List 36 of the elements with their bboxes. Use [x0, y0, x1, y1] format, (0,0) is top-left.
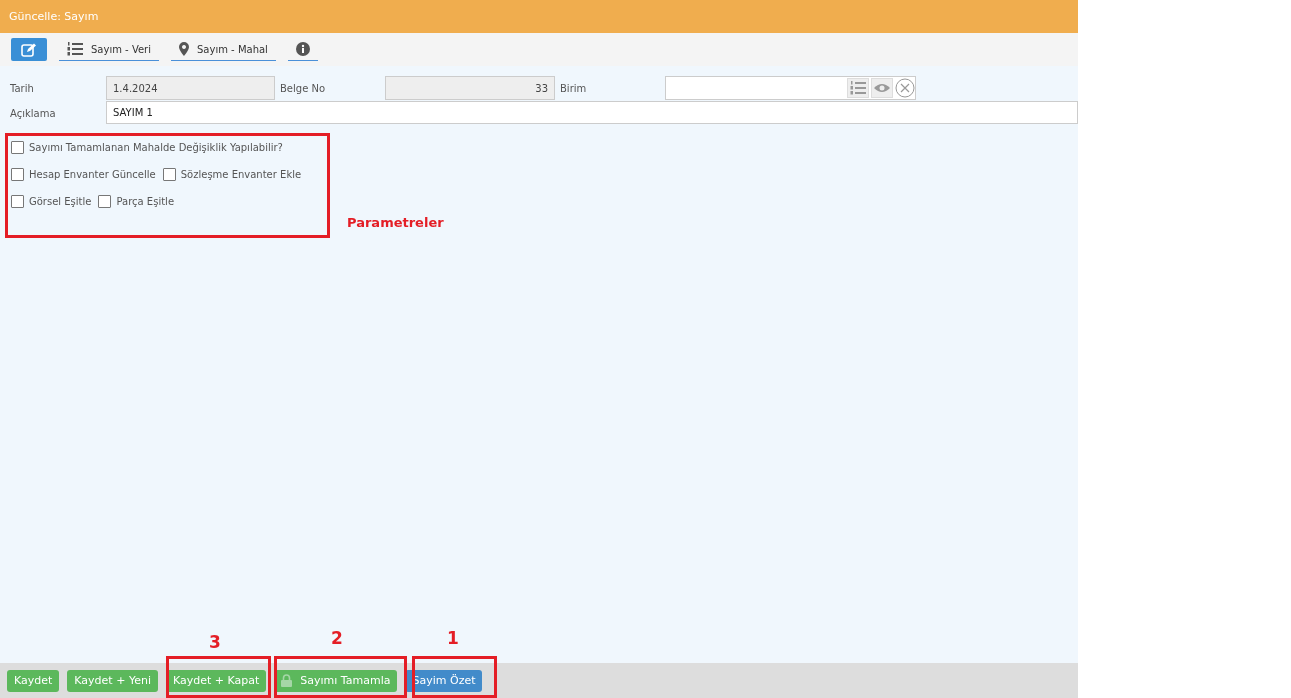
numbered-list-icon: [67, 42, 83, 56]
map-pin-icon: [179, 42, 189, 56]
location-tab[interactable]: Sayım - Mahal: [171, 38, 276, 61]
description-field[interactable]: SAYIM 1: [106, 100, 1078, 124]
checkbox-label: Sayımı Tamamlanan Mahalde Değişiklik Yapılabilir?: [29, 142, 283, 153]
lock-icon: [281, 674, 293, 687]
field-label: Açıklama: [9, 107, 57, 119]
list-tab[interactable]: Sayım - Veri: [59, 38, 159, 61]
checkbox[interactable]: [11, 168, 24, 181]
checkbox[interactable]: [11, 141, 24, 154]
checkbox[interactable]: [162, 168, 176, 181]
checkbox-label: Görsel Eşitle: [29, 196, 92, 207]
annotation-number: 1: [447, 628, 459, 648]
eye-icon: [874, 83, 890, 93]
date-field[interactable]: 1.4.2024: [106, 76, 275, 100]
info-icon: [295, 42, 310, 56]
numbered-list-icon: [850, 81, 866, 95]
edit-button[interactable]: [11, 38, 47, 61]
annotation-number: 3: [209, 632, 221, 652]
checkbox[interactable]: [98, 195, 112, 208]
list-button[interactable]: [847, 78, 869, 98]
field-label: Belge No: [279, 82, 327, 94]
document-number-field[interactable]: 33: [385, 76, 555, 100]
edit-icon: [21, 42, 37, 57]
checkbox[interactable]: [11, 195, 24, 208]
field-label: Tarih: [9, 82, 35, 94]
field-label: Birim: [559, 82, 588, 94]
checkbox-label: Hesap Envanter Güncelle: [29, 169, 156, 180]
checkbox-label: Parça Eşitle: [116, 196, 175, 207]
unit-field[interactable]: [665, 76, 916, 100]
clear-icon[interactable]: [895, 78, 915, 98]
view-button[interactable]: [871, 78, 893, 98]
annotation-number: 2: [331, 628, 343, 648]
window-title: Güncelle: Sayım: [9, 10, 99, 23]
checkbox-label: Sözleşme Envanter Ekle: [180, 169, 302, 180]
annotation-label: Parametreler: [347, 215, 444, 230]
